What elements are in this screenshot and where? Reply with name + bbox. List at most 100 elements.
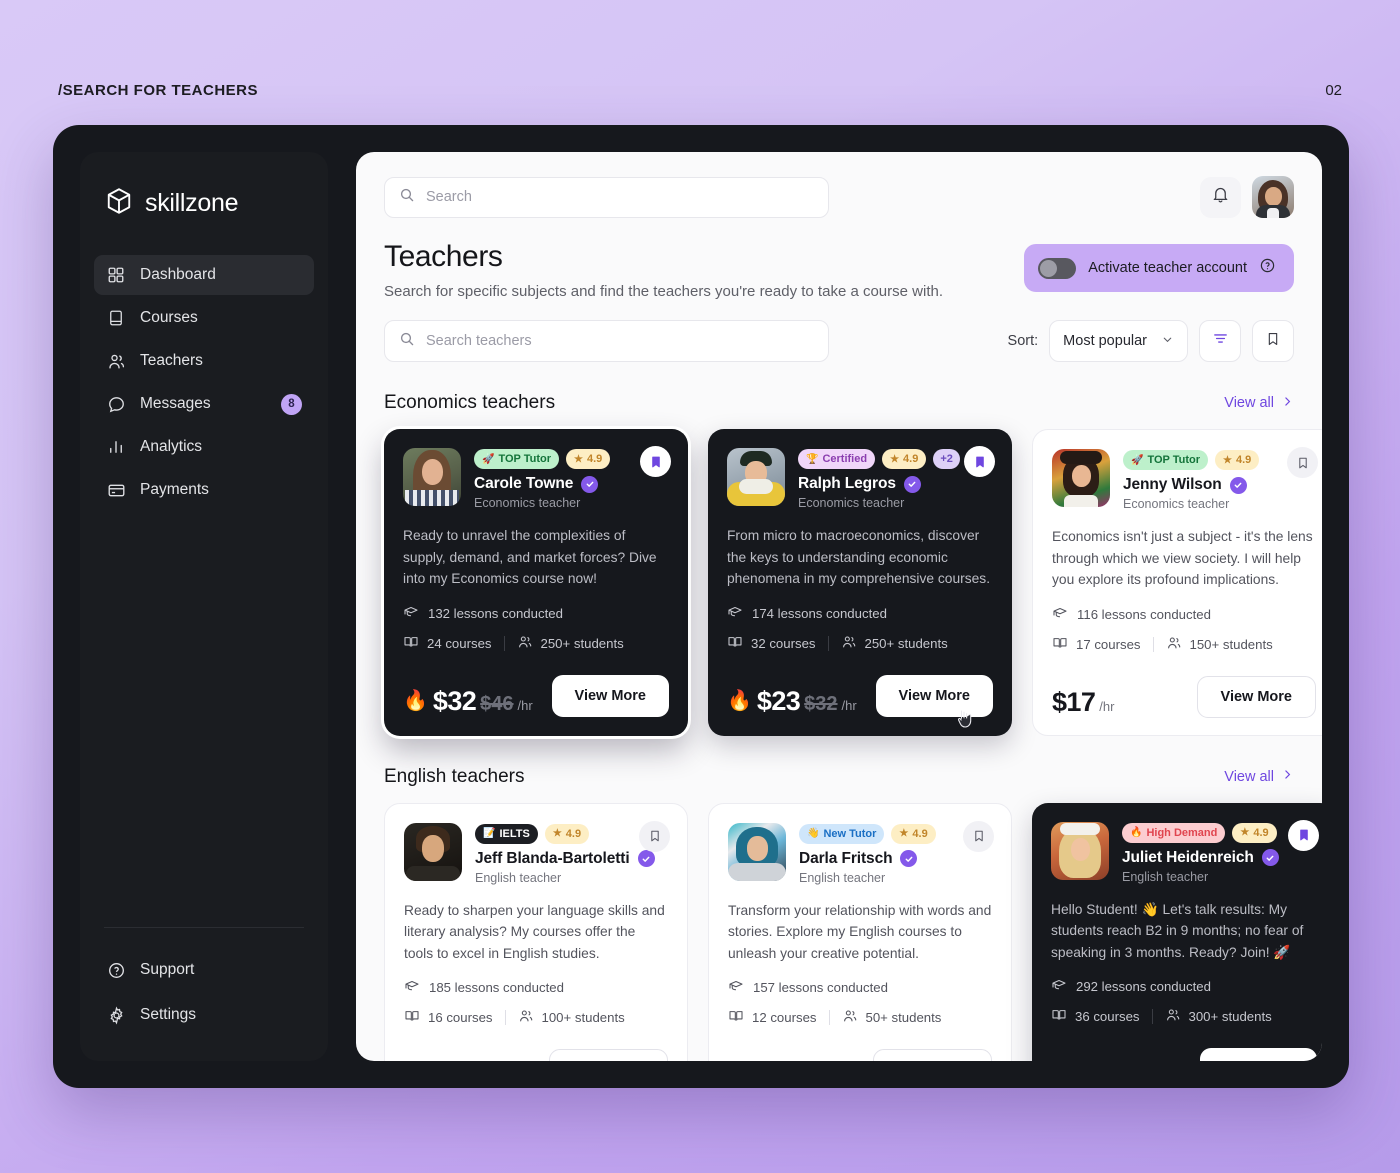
bookmark-toggle[interactable] [963,820,994,852]
graduation-cap-icon [1052,605,1068,624]
courses-students-stats: 16 courses 100+ students [404,1008,668,1027]
teacher-card[interactable]: 🏆 Certified ★ 4.9 +2 Ralph Legros Economic… [708,429,1012,736]
teacher-card[interactable]: 🚀 TOP Tutor ★ 4.9 Jenny Wilson Economics t… [1032,429,1322,736]
teacher-card[interactable]: 📝 IELTS ★ 4.9 Jeff Blanda-Bartoletti Engli… [384,802,688,1061]
sidebar-item-analytics[interactable]: Analytics [94,427,314,467]
section-title: Economics teachers [384,392,556,413]
lessons-stat: 185 lessons conducted [404,978,668,997]
teacher-role: Economics teacher [474,496,581,510]
teacher-role: English teacher [475,870,562,885]
user-avatar[interactable] [1252,176,1294,218]
view-all-label: View all [1224,395,1274,411]
fire-icon: 🔥 [727,690,752,712]
graduation-cap-icon [1051,977,1067,996]
teacher-name: Jeff Blanda-Bartoletti [475,849,630,867]
fire-icon: 🔥 [403,690,428,712]
teacher-bio: From micro to macroeconomics, discover t… [727,528,991,586]
teacher-card-row-english: 📝 IELTS ★ 4.9 Jeff Blanda-Bartoletti Engli… [384,802,1322,1061]
bar-chart-icon [106,437,126,457]
price-row: $17 /hr View More [1052,675,1316,718]
courses-count: 12 courses [752,1010,817,1025]
global-search-box[interactable]: Search [384,176,829,218]
filter-button[interactable] [1199,320,1241,362]
lessons-stat: 174 lessons conducted [727,604,993,623]
teacher-card[interactable]: 👋 New Tutor ★ 4.9 Darla Fritsch English te… [708,802,1012,1061]
teacher-photo [403,448,461,506]
price-row: $12 /hr View More [728,1049,992,1061]
sort-select[interactable]: Most popular [1049,320,1188,362]
teacher-role: Economics teacher [1123,497,1230,511]
page-subtitle: Search for specific subjects and find th… [384,283,943,300]
sidebar-item-label: Teachers [140,352,203,369]
sidebar-item-messages[interactable]: Messages 8 [94,384,314,424]
verified-icon [1229,476,1247,494]
activate-teacher-toggle[interactable] [1038,257,1077,279]
lessons-count: 116 lessons conducted [1077,606,1211,622]
section-header-economics: Economics teachers View all [384,392,1294,414]
verified-icon [903,475,921,493]
sidebar-item-teachers[interactable]: Teachers [94,341,314,381]
open-book-icon [728,1008,744,1027]
question-circle-icon[interactable] [1259,257,1276,279]
view-more-button[interactable]: View More [548,1049,668,1061]
courses-count: 24 courses [427,635,492,651]
price-current: $23 [756,685,801,716]
lessons-count: 292 lessons conducted [1076,979,1211,994]
chat-icon [106,394,126,414]
sidebar-item-courses[interactable]: Courses [94,298,314,338]
brand-logo[interactable]: skillzone [80,174,328,221]
sort-selected-value: Most popular [1063,333,1147,349]
users-icon [517,634,533,653]
teacher-role: English teacher [799,870,886,885]
courses-students-stats: 17 courses 150+ students [1052,635,1316,654]
topbar: Search [384,176,1294,218]
teacher-card[interactable]: 🚀 TOP Tutor ★ 4.9 Carole Towne Economics t… [384,429,688,736]
status-badge: 🏆 Certified [798,449,876,469]
notifications-button[interactable] [1200,176,1241,218]
teacher-card[interactable]: 🔥 High Demand ★ 4.9 Juliet Heidenreich Eng… [1032,802,1322,1061]
sidebar-item-dashboard[interactable]: Dashboard [94,255,314,295]
price-unit: /hr [841,697,857,713]
price-current: $12 [728,1060,772,1061]
sidebar: skillzone Dashboard Courses Teachers Mes… [80,152,328,1061]
view-more-button[interactable]: View More [551,674,669,717]
view-all-english[interactable]: View all [1224,768,1294,785]
teacher-bio: Ready to unravel the complexities of sup… [403,528,657,586]
students-count: 250+ students [864,635,948,651]
view-more-button[interactable]: View More [872,1049,992,1061]
grid-icon [106,265,126,285]
view-more-button[interactable]: View More [1199,1048,1317,1061]
teacher-name: Darla Fritsch [799,849,893,867]
verified-icon [1261,849,1279,866]
students-count: 250+ students [540,635,624,651]
status-badge: 🚀 TOP Tutor [474,449,560,469]
students-count: 150+ students [1189,636,1273,652]
sidebar-item-payments[interactable]: Payments [94,470,314,510]
bookmark-toggle[interactable] [639,820,670,852]
view-more-button[interactable]: View More [875,674,993,717]
lessons-stat: 157 lessons conducted [728,978,992,997]
section-title: English teachers [384,765,525,787]
bookmark-toggle[interactable] [1288,819,1319,851]
search-teachers-input[interactable]: Search teachers [384,320,829,362]
teacher-card-row-economics: 🚀 TOP Tutor ★ 4.9 Carole Towne Economics t… [384,429,1322,736]
graduation-cap-icon [727,604,743,623]
open-book-icon [403,634,419,653]
teacher-bio: Ready to sharpen your language skills an… [404,902,665,961]
search-icon [399,187,415,208]
bookmark-toggle[interactable] [1287,447,1318,478]
sidebar-item-settings[interactable]: Settings [94,995,314,1035]
verified-icon [900,850,918,867]
bookmark-toggle[interactable] [964,446,995,477]
open-book-icon [727,634,743,653]
activate-teacher-account-pill[interactable]: Activate teacher account [1024,244,1294,292]
extra-badges-count: +2 [933,449,960,469]
saved-bookmarks-button[interactable] [1252,320,1294,362]
view-more-button[interactable]: View More [1196,675,1316,718]
price-row: $20 /hr View More [404,1049,668,1061]
bookmark-toggle[interactable] [640,446,671,477]
sidebar-item-support[interactable]: Support [94,950,314,990]
view-all-label: View all [1224,768,1274,785]
view-all-economics[interactable]: View all [1224,395,1294,412]
sidebar-item-label: Analytics [140,438,203,455]
